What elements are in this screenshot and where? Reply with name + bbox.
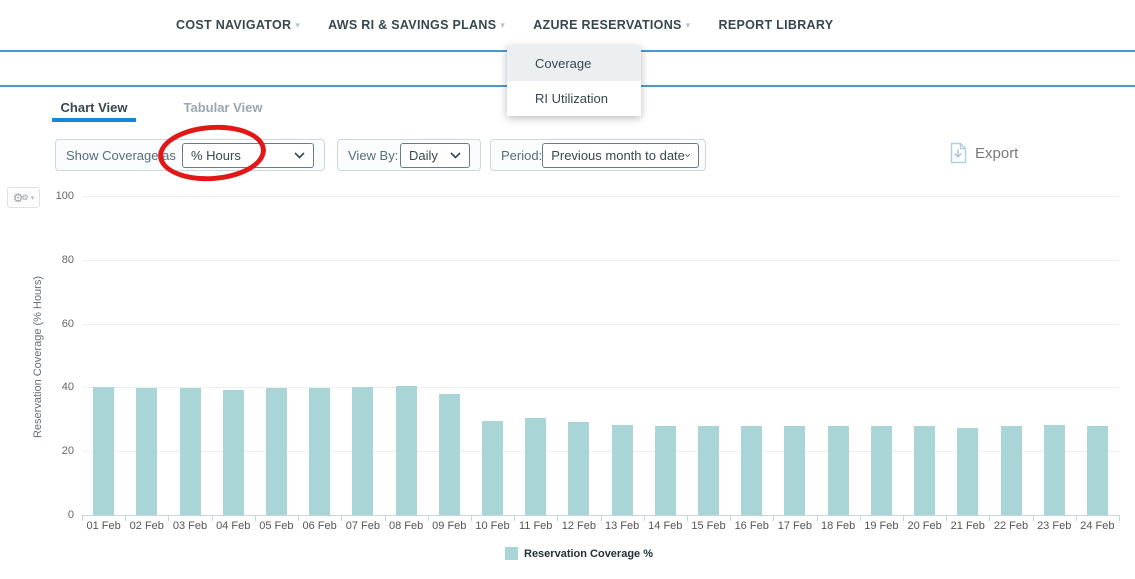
bar-04-feb[interactable] (223, 390, 244, 515)
bar-10-feb[interactable] (482, 421, 503, 515)
x-tick-label: 12 Feb (557, 520, 600, 532)
bar-16-feb[interactable] (741, 426, 762, 515)
gridline-y-80 (82, 260, 1119, 261)
x-tick-label: 18 Feb (817, 520, 860, 532)
x-tick-label: 04 Feb (212, 520, 255, 532)
x-tick-label: 17 Feb (773, 520, 816, 532)
gridline-y-100 (82, 196, 1119, 197)
x-tick-label: 07 Feb (341, 520, 384, 532)
y-tick-label: 20 (44, 445, 74, 457)
x-tick-label: 08 Feb (385, 520, 428, 532)
bar-24-feb[interactable] (1087, 426, 1108, 515)
bar-19-feb[interactable] (871, 426, 892, 515)
x-tick-label: 19 Feb (860, 520, 903, 532)
bar-13-feb[interactable] (612, 425, 633, 515)
x-tick-label: 10 Feb (471, 520, 514, 532)
y-tick-label: 80 (44, 254, 74, 266)
dropdown-item-ri-utilization[interactable]: RI Utilization (507, 81, 641, 116)
bar-15-feb[interactable] (698, 426, 719, 515)
y-tick-label: 0 (44, 509, 74, 521)
x-tick-label: 06 Feb (298, 520, 341, 532)
y-tick-label: 100 (44, 190, 74, 202)
bar-09-feb[interactable] (439, 394, 460, 515)
bar-11-feb[interactable] (525, 418, 546, 515)
bar-22-feb[interactable] (1001, 426, 1022, 515)
x-tick-label: 23 Feb (1033, 520, 1076, 532)
bar-17-feb[interactable] (784, 426, 805, 515)
x-tick-label: 09 Feb (428, 520, 471, 532)
bar-06-feb[interactable] (309, 388, 330, 515)
x-tick-label: 20 Feb (903, 520, 946, 532)
x-tick-label: 14 Feb (644, 520, 687, 532)
x-tick-label: 11 Feb (514, 520, 557, 532)
bar-07-feb[interactable] (352, 387, 373, 515)
x-tick-label: 02 Feb (125, 520, 168, 532)
bar-21-feb[interactable] (957, 428, 978, 515)
bar-08-feb[interactable] (396, 386, 417, 516)
bar-03-feb[interactable] (180, 388, 201, 515)
y-tick-label: 60 (44, 318, 74, 330)
y-axis-title: Reservation Coverage (% Hours) (32, 276, 44, 438)
bar-12-feb[interactable] (568, 422, 589, 515)
bar-05-feb[interactable] (266, 388, 287, 515)
x-tick-label: 22 Feb (989, 520, 1032, 532)
bar-14-feb[interactable] (655, 426, 676, 515)
bar-20-feb[interactable] (914, 426, 935, 515)
gridline-y-40 (82, 387, 1119, 388)
bar-02-feb[interactable] (136, 388, 157, 515)
azure-reservations-dropdown-menu: CoverageRI Utilization (507, 46, 641, 116)
bar-01-feb[interactable] (93, 387, 114, 515)
bar-23-feb[interactable] (1044, 425, 1065, 515)
gridline-y-60 (82, 324, 1119, 325)
x-tick-label: 15 Feb (687, 520, 730, 532)
y-tick-label: 40 (44, 381, 74, 393)
x-tick-label: 01 Feb (82, 520, 125, 532)
x-tick-label: 03 Feb (168, 520, 211, 532)
x-tick-label: 16 Feb (730, 520, 773, 532)
x-tick-label: 05 Feb (255, 520, 298, 532)
x-tick-label: 24 Feb (1076, 520, 1119, 532)
x-tick-label: 13 Feb (601, 520, 644, 532)
x-tick-label: 21 Feb (946, 520, 989, 532)
x-axis-tick (1119, 515, 1120, 521)
dropdown-item-coverage[interactable]: Coverage (507, 46, 641, 81)
bar-18-feb[interactable] (828, 426, 849, 515)
